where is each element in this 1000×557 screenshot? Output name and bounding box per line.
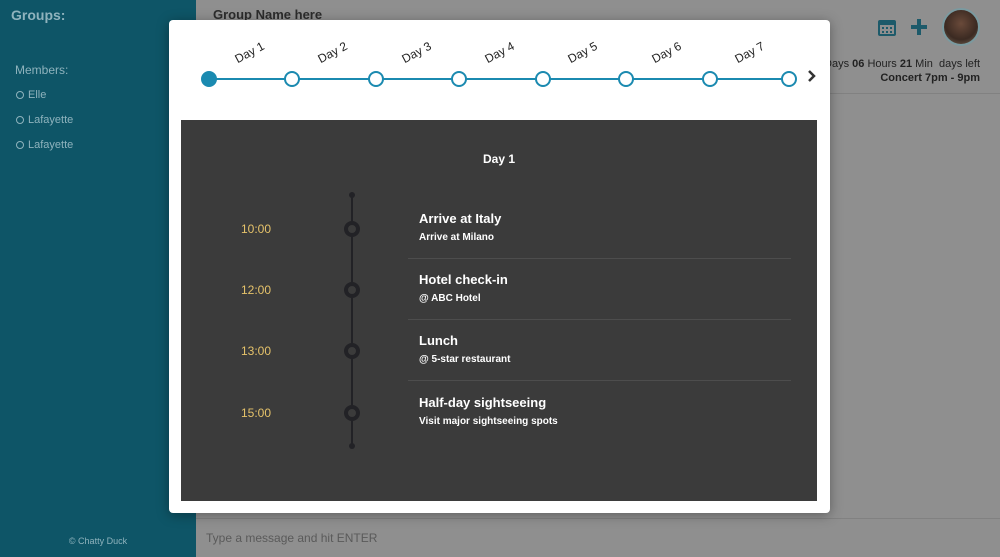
- day-node-2[interactable]: [284, 71, 300, 87]
- event-title: Hotel check-in: [419, 272, 508, 287]
- event-subtitle: @ 5-star restaurant: [419, 354, 511, 365]
- event-time: 15:00: [241, 406, 272, 420]
- days-left-label: days left: [939, 58, 980, 70]
- plus-icon[interactable]: [910, 18, 928, 41]
- event-title: Lunch: [419, 333, 458, 348]
- message-input[interactable]: Type a message and hit ENTER: [206, 531, 377, 545]
- day-node-1[interactable]: [201, 71, 217, 87]
- countdown: Days 06 Hours 21 Min days left Concert 7…: [824, 57, 980, 85]
- copyright: © Chatty Duck: [68, 536, 128, 546]
- hours-value: 21: [899, 58, 913, 70]
- day-node-5[interactable]: [535, 71, 551, 87]
- member-name: Elle: [28, 89, 47, 101]
- day-label[interactable]: Day 3: [399, 39, 433, 66]
- event-info: Concert 7pm - 9pm: [880, 72, 980, 84]
- days-value: 06: [852, 58, 865, 70]
- day-node-3[interactable]: [368, 71, 384, 87]
- divider: [408, 258, 791, 259]
- schedule-event[interactable]: 12:00 Hotel check-in @ ABC Hotel: [181, 272, 817, 342]
- event-subtitle: @ ABC Hotel: [419, 293, 481, 304]
- schedule-event[interactable]: 13:00 Lunch @ 5-star restaurant: [181, 333, 817, 403]
- day-label[interactable]: Day 1: [232, 39, 266, 66]
- member-name: Lafayette: [28, 139, 74, 151]
- status-dot-icon: [16, 141, 24, 149]
- event-title: Arrive at Italy: [419, 211, 502, 226]
- itinerary-modal: Day 1 Day 2 Day 3 Day 4 Day 5 Day 6 Day …: [169, 20, 830, 513]
- avatar[interactable]: [942, 8, 980, 46]
- event-marker: [344, 221, 360, 237]
- divider: [196, 518, 1000, 519]
- member-item[interactable]: Lafayette: [16, 139, 73, 151]
- member-name: Lafayette: [28, 114, 74, 126]
- chevron-right-icon[interactable]: [807, 68, 817, 88]
- event-marker: [344, 282, 360, 298]
- schedule-event[interactable]: 15:00 Half-day sightseeing Visit major s…: [181, 395, 817, 465]
- day-node-6[interactable]: [618, 71, 634, 87]
- day-node-next[interactable]: [781, 71, 797, 87]
- day-timeline: Day 1 Day 2 Day 3 Day 4 Day 5 Day 6 Day …: [169, 20, 830, 120]
- status-dot-icon: [16, 91, 24, 99]
- min-label: Min: [915, 58, 933, 70]
- calendar-icon[interactable]: [878, 18, 896, 41]
- event-subtitle: Arrive at Milano: [419, 232, 495, 243]
- event-marker: [344, 405, 360, 421]
- schedule-day-title: Day 1: [482, 152, 516, 166]
- event-time: 12:00: [241, 283, 272, 297]
- event-time: 13:00: [241, 344, 272, 358]
- day-label[interactable]: Day 4: [482, 39, 516, 66]
- day-label[interactable]: Day 2: [315, 39, 349, 66]
- event-time: 10:00: [241, 222, 272, 236]
- sidebar: Groups: Members: Elle Lafayette Lafayett…: [0, 0, 196, 557]
- day-label[interactable]: Day 6: [649, 39, 683, 66]
- day-schedule-panel: Day 1 10:00 Arrive at Italy Arrive at Mi…: [181, 120, 817, 501]
- member-item[interactable]: Elle: [16, 89, 46, 101]
- event-subtitle: Visit major sightseeing spots: [419, 416, 558, 427]
- day-label[interactable]: Day 7: [732, 39, 766, 66]
- timeline-cap: [349, 192, 355, 198]
- day-node-4[interactable]: [451, 71, 467, 87]
- day-node-7[interactable]: [702, 71, 718, 87]
- members-label: Members:: [15, 63, 69, 77]
- day-label[interactable]: Day 5: [565, 39, 599, 66]
- divider: [408, 319, 791, 320]
- event-title: Half-day sightseeing: [419, 395, 547, 410]
- member-item[interactable]: Lafayette: [16, 114, 73, 126]
- groups-title: Groups:: [11, 7, 66, 23]
- event-marker: [344, 343, 360, 359]
- status-dot-icon: [16, 116, 24, 124]
- divider: [408, 380, 791, 381]
- hours-label: Hours: [867, 58, 897, 70]
